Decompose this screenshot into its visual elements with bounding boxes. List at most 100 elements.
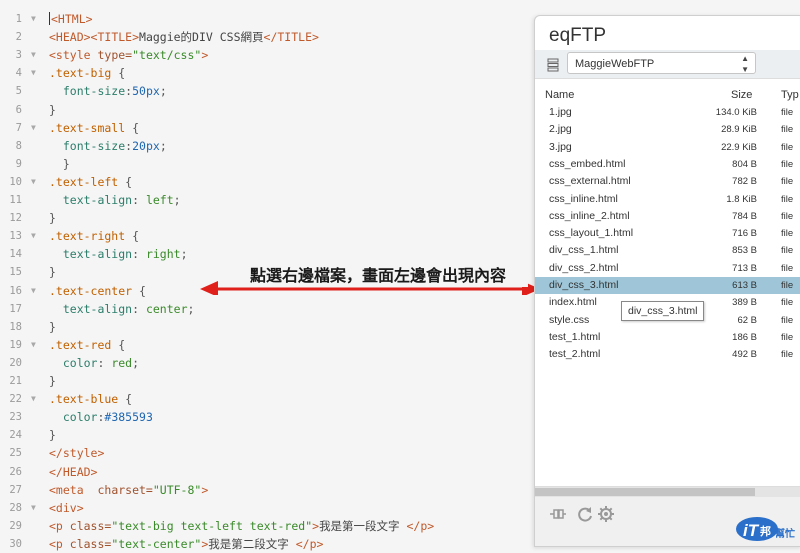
file-row[interactable]: css_layout_1.html 716 B file xyxy=(535,225,800,242)
code-text: .text-blue { xyxy=(49,390,132,408)
code-token: center xyxy=(145,301,188,316)
file-row[interactable]: 2.jpg 28.9 KiB file xyxy=(535,121,800,138)
file-type: file xyxy=(781,210,794,222)
disconnect-icon[interactable] xyxy=(549,505,567,523)
code-token: 我是第一段文字 xyxy=(319,518,407,533)
file-size: 1.8 KiB xyxy=(726,193,757,205)
code-token: : xyxy=(132,247,146,262)
code-text: .text-red { xyxy=(49,336,125,354)
code-token: { xyxy=(118,392,133,407)
code-text: text-align: right; xyxy=(49,245,188,263)
code-token: color xyxy=(49,355,98,370)
code-token: 20px xyxy=(132,138,160,153)
connection-select[interactable]: MaggieWebFTP ▲ ▼ xyxy=(567,52,756,74)
code-text: text-align: center; xyxy=(49,300,195,318)
code-text: } xyxy=(49,101,56,119)
line-number: 16 xyxy=(9,284,22,297)
fold-arrow-icon[interactable]: ▼ xyxy=(31,499,36,517)
file-row[interactable]: css_inline_2.html 784 B file xyxy=(535,208,800,225)
line-number: 11 xyxy=(9,194,22,206)
file-row[interactable]: div_css_2.html 713 B file xyxy=(535,260,800,277)
file-row[interactable]: 3.jpg 22.9 KiB file xyxy=(535,139,800,156)
code-token: ; xyxy=(159,84,167,99)
line-number: 3 xyxy=(15,49,22,62)
fold-arrow-icon[interactable]: ▼ xyxy=(31,336,36,354)
file-row[interactable]: css_inline.html 1.8 KiB file xyxy=(535,191,800,208)
line-number: 5 xyxy=(15,85,22,98)
file-row[interactable]: 1.jpg 134.0 KiB file xyxy=(535,104,800,121)
panel-title: eqFTP xyxy=(549,25,607,46)
file-row[interactable]: div_css_1.html 853 B file xyxy=(535,242,800,259)
refresh-icon[interactable] xyxy=(576,505,594,523)
file-name: css_inline.html xyxy=(549,192,618,205)
code-text: } xyxy=(49,209,56,227)
line-number: 26 xyxy=(9,465,22,478)
code-token: } xyxy=(49,102,56,117)
code-token: charset= xyxy=(97,482,153,497)
file-name: div_css_3.html xyxy=(549,279,619,291)
code-token: <p xyxy=(49,536,70,551)
code-token: right xyxy=(145,247,181,262)
code-token: ; xyxy=(132,355,140,370)
fold-arrow-icon[interactable]: ▼ xyxy=(31,119,36,137)
file-size: 853 B xyxy=(732,245,757,257)
file-size: 492 B xyxy=(732,349,757,361)
code-token: "text/css" xyxy=(132,48,202,63)
code-token: </TITLE> xyxy=(263,30,319,45)
code-token: } xyxy=(49,319,56,334)
fold-arrow-icon[interactable]: ▼ xyxy=(31,227,36,245)
file-size: 134.0 KiB xyxy=(715,107,757,118)
code-token: } xyxy=(49,374,56,388)
line-number: 24 xyxy=(9,429,22,442)
file-name: 3.jpg xyxy=(549,140,572,153)
code-token: } xyxy=(49,156,70,171)
svg-text:幫忙: 幫忙 xyxy=(775,527,795,540)
file-size: 804 B xyxy=(732,158,757,170)
fold-arrow-icon[interactable]: ▼ xyxy=(31,173,36,191)
file-row-selected[interactable]: div_css_3.html 613 B file xyxy=(535,277,800,294)
ithome-logo: iT 邦 幫忙 xyxy=(736,517,795,541)
line-number: 21 xyxy=(9,375,22,387)
code-token: ; xyxy=(173,193,181,207)
file-name: style.css xyxy=(549,313,590,326)
code-token: { xyxy=(111,66,126,81)
line-number: 15 xyxy=(9,266,22,279)
column-size[interactable]: Size xyxy=(731,89,752,101)
line-number: 28 xyxy=(9,501,22,514)
code-token: } xyxy=(49,428,56,443)
code-token: .text-red xyxy=(49,337,112,352)
file-row[interactable]: test_1.html 186 B file xyxy=(535,329,800,346)
code-token: <HEAD> xyxy=(49,30,91,45)
code-token: "text-big text-left text-red" xyxy=(111,518,313,533)
fold-arrow-icon[interactable]: ▼ xyxy=(31,64,36,82)
code-token: <style xyxy=(49,48,98,63)
file-name: 2.jpg xyxy=(549,123,572,136)
scrollbar-thumb[interactable] xyxy=(535,488,755,496)
horizontal-scrollbar[interactable] xyxy=(535,486,800,497)
server-icon[interactable] xyxy=(547,58,559,72)
fold-arrow-icon[interactable]: ▼ xyxy=(31,282,36,300)
code-token: </style> xyxy=(49,446,105,461)
file-type: file xyxy=(781,262,794,274)
settings-gear-icon[interactable] xyxy=(597,505,615,523)
column-name[interactable]: Name xyxy=(545,89,574,101)
line-number: 9 xyxy=(15,157,22,170)
file-row[interactable]: css_external.html 782 B file xyxy=(535,173,800,190)
code-token: left xyxy=(145,193,174,207)
line-number: 30 xyxy=(9,537,22,550)
code-token: .text-big xyxy=(49,66,112,81)
file-name: css_inline_2.html xyxy=(549,209,630,222)
code-token: red xyxy=(111,355,133,370)
fold-arrow-icon[interactable]: ▼ xyxy=(31,10,36,28)
file-type: file xyxy=(781,280,794,291)
code-token: { xyxy=(125,120,140,135)
file-row[interactable]: test_2.html 492 B file xyxy=(535,346,800,363)
file-row[interactable]: css_embed.html 804 B file xyxy=(535,156,800,173)
code-token: } xyxy=(49,265,56,280)
code-token: .text-center xyxy=(49,283,133,298)
code-text: color: red; xyxy=(49,354,139,372)
column-type[interactable]: Typ xyxy=(781,89,799,101)
line-number: 18 xyxy=(9,320,22,333)
fold-arrow-icon[interactable]: ▼ xyxy=(31,46,36,64)
fold-arrow-icon[interactable]: ▼ xyxy=(31,390,36,408)
